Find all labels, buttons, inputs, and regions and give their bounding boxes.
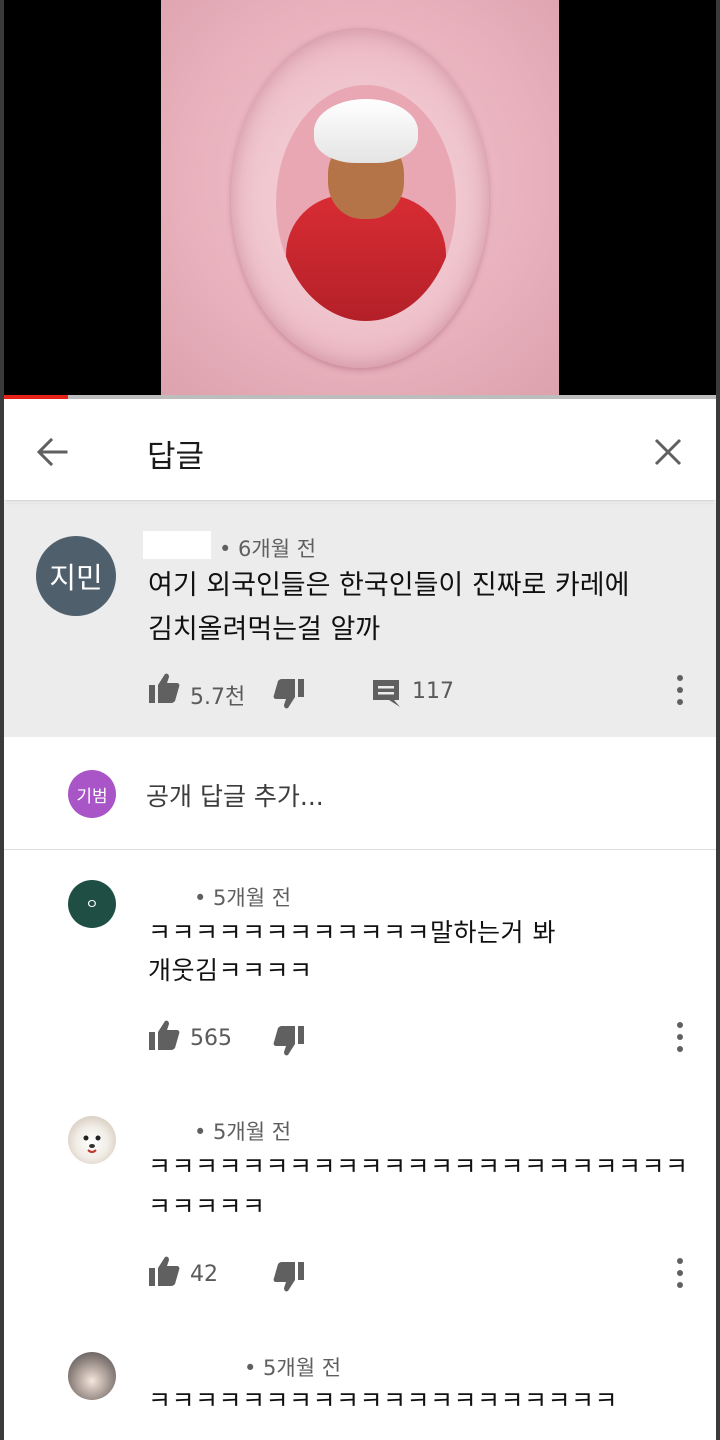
more-options-icon[interactable] <box>672 673 688 707</box>
reply-text-line1: ㅋㅋㅋㅋㅋㅋㅋㅋㅋㅋㅋㅋㅋㅋㅋㅋㅋㅋㅋㅋ <box>148 1386 619 1415</box>
like-count: 565 <box>190 1026 232 1051</box>
close-button[interactable] <box>648 432 688 472</box>
portrait-turban <box>314 99 418 163</box>
video-progress-fill <box>4 395 69 399</box>
comment-text-line1: 여기 외국인들은 한국인들이 진짜로 카레에 <box>148 570 630 601</box>
like-count: 42 <box>190 1262 218 1287</box>
like-count: 5.7천 <box>190 685 246 710</box>
comment-time: • 6개월 전 <box>219 537 317 561</box>
reply-count: 117 <box>412 679 454 704</box>
redacted-username <box>143 531 211 559</box>
reply-text-line2: ㅋㅋㅋㅋㅋ <box>148 1192 266 1221</box>
video-thumbnail <box>161 0 559 398</box>
reply-time: • 5개월 전 <box>194 1120 292 1144</box>
thumbs-down-icon[interactable] <box>272 1024 306 1058</box>
video-player[interactable] <box>4 0 716 399</box>
avatar[interactable]: 지민 <box>36 536 116 616</box>
thumbs-up-icon[interactable] <box>147 671 181 705</box>
reply-text-line2: 개웃김ㅋㅋㅋㅋ <box>148 956 313 985</box>
comment-icon[interactable] <box>370 676 404 710</box>
reply-item: ㅇ • 5개월 전 ㅋㅋㅋㅋㅋㅋㅋㅋㅋㅋㅋㅋ말하는거 봐 개웃김ㅋㅋㅋㅋ 565 <box>4 850 716 1082</box>
avatar[interactable]: ㅇ <box>68 880 116 928</box>
replies-header: 답글 <box>4 400 716 500</box>
arrow-left-icon <box>36 437 68 467</box>
reply-item: • 5개월 전 ㅋㅋㅋㅋㅋㅋㅋㅋㅋㅋㅋㅋㅋㅋㅋㅋㅋㅋㅋㅋㅋㅋㅋ ㅋㅋㅋㅋㅋ 42 <box>4 1084 716 1320</box>
avatar[interactable] <box>68 1116 116 1164</box>
dog-avatar-icon <box>83 1135 101 1153</box>
video-progress-bar[interactable] <box>4 395 716 399</box>
add-reply-row: 기범 공개 답글 추가... <box>4 737 716 850</box>
reply-item: • 5개월 전 ㅋㅋㅋㅋㅋㅋㅋㅋㅋㅋㅋㅋㅋㅋㅋㅋㅋㅋㅋㅋ <box>4 1320 716 1440</box>
more-options-icon[interactable] <box>672 1020 688 1054</box>
parent-comment: 지민 • 6개월 전 여기 외국인들은 한국인들이 진짜로 카레에 김치올려먹는… <box>4 503 716 737</box>
thumbs-up-icon[interactable] <box>147 1018 181 1052</box>
avatar[interactable] <box>68 1352 116 1400</box>
reply-time: • 5개월 전 <box>194 886 292 910</box>
app-frame: 답글 지민 • 6개월 전 여기 외국인들은 한국인들이 진짜로 카레에 김치올… <box>4 0 716 1440</box>
reply-time: • 5개월 전 <box>244 1356 342 1380</box>
reply-text-line1: ㅋㅋㅋㅋㅋㅋㅋㅋㅋㅋㅋㅋㅋㅋㅋㅋㅋㅋㅋㅋㅋㅋㅋ <box>148 1152 689 1181</box>
comment-text-line2: 김치올려먹는걸 알까 <box>148 614 381 645</box>
portrait-graphic <box>276 85 456 321</box>
reply-text-line1: ㅋㅋㅋㅋㅋㅋㅋㅋㅋㅋㅋㅋ말하는거 봐 <box>148 918 556 947</box>
reply-input[interactable]: 공개 답글 추가... <box>146 777 666 813</box>
close-icon <box>654 438 682 466</box>
user-avatar[interactable]: 기범 <box>68 770 116 818</box>
more-options-icon[interactable] <box>672 1256 688 1290</box>
thumbs-down-icon[interactable] <box>272 1260 306 1294</box>
back-button[interactable] <box>32 432 72 472</box>
thumbs-down-icon[interactable] <box>272 677 306 711</box>
page-title: 답글 <box>147 439 205 475</box>
thumbs-up-icon[interactable] <box>147 1254 181 1288</box>
